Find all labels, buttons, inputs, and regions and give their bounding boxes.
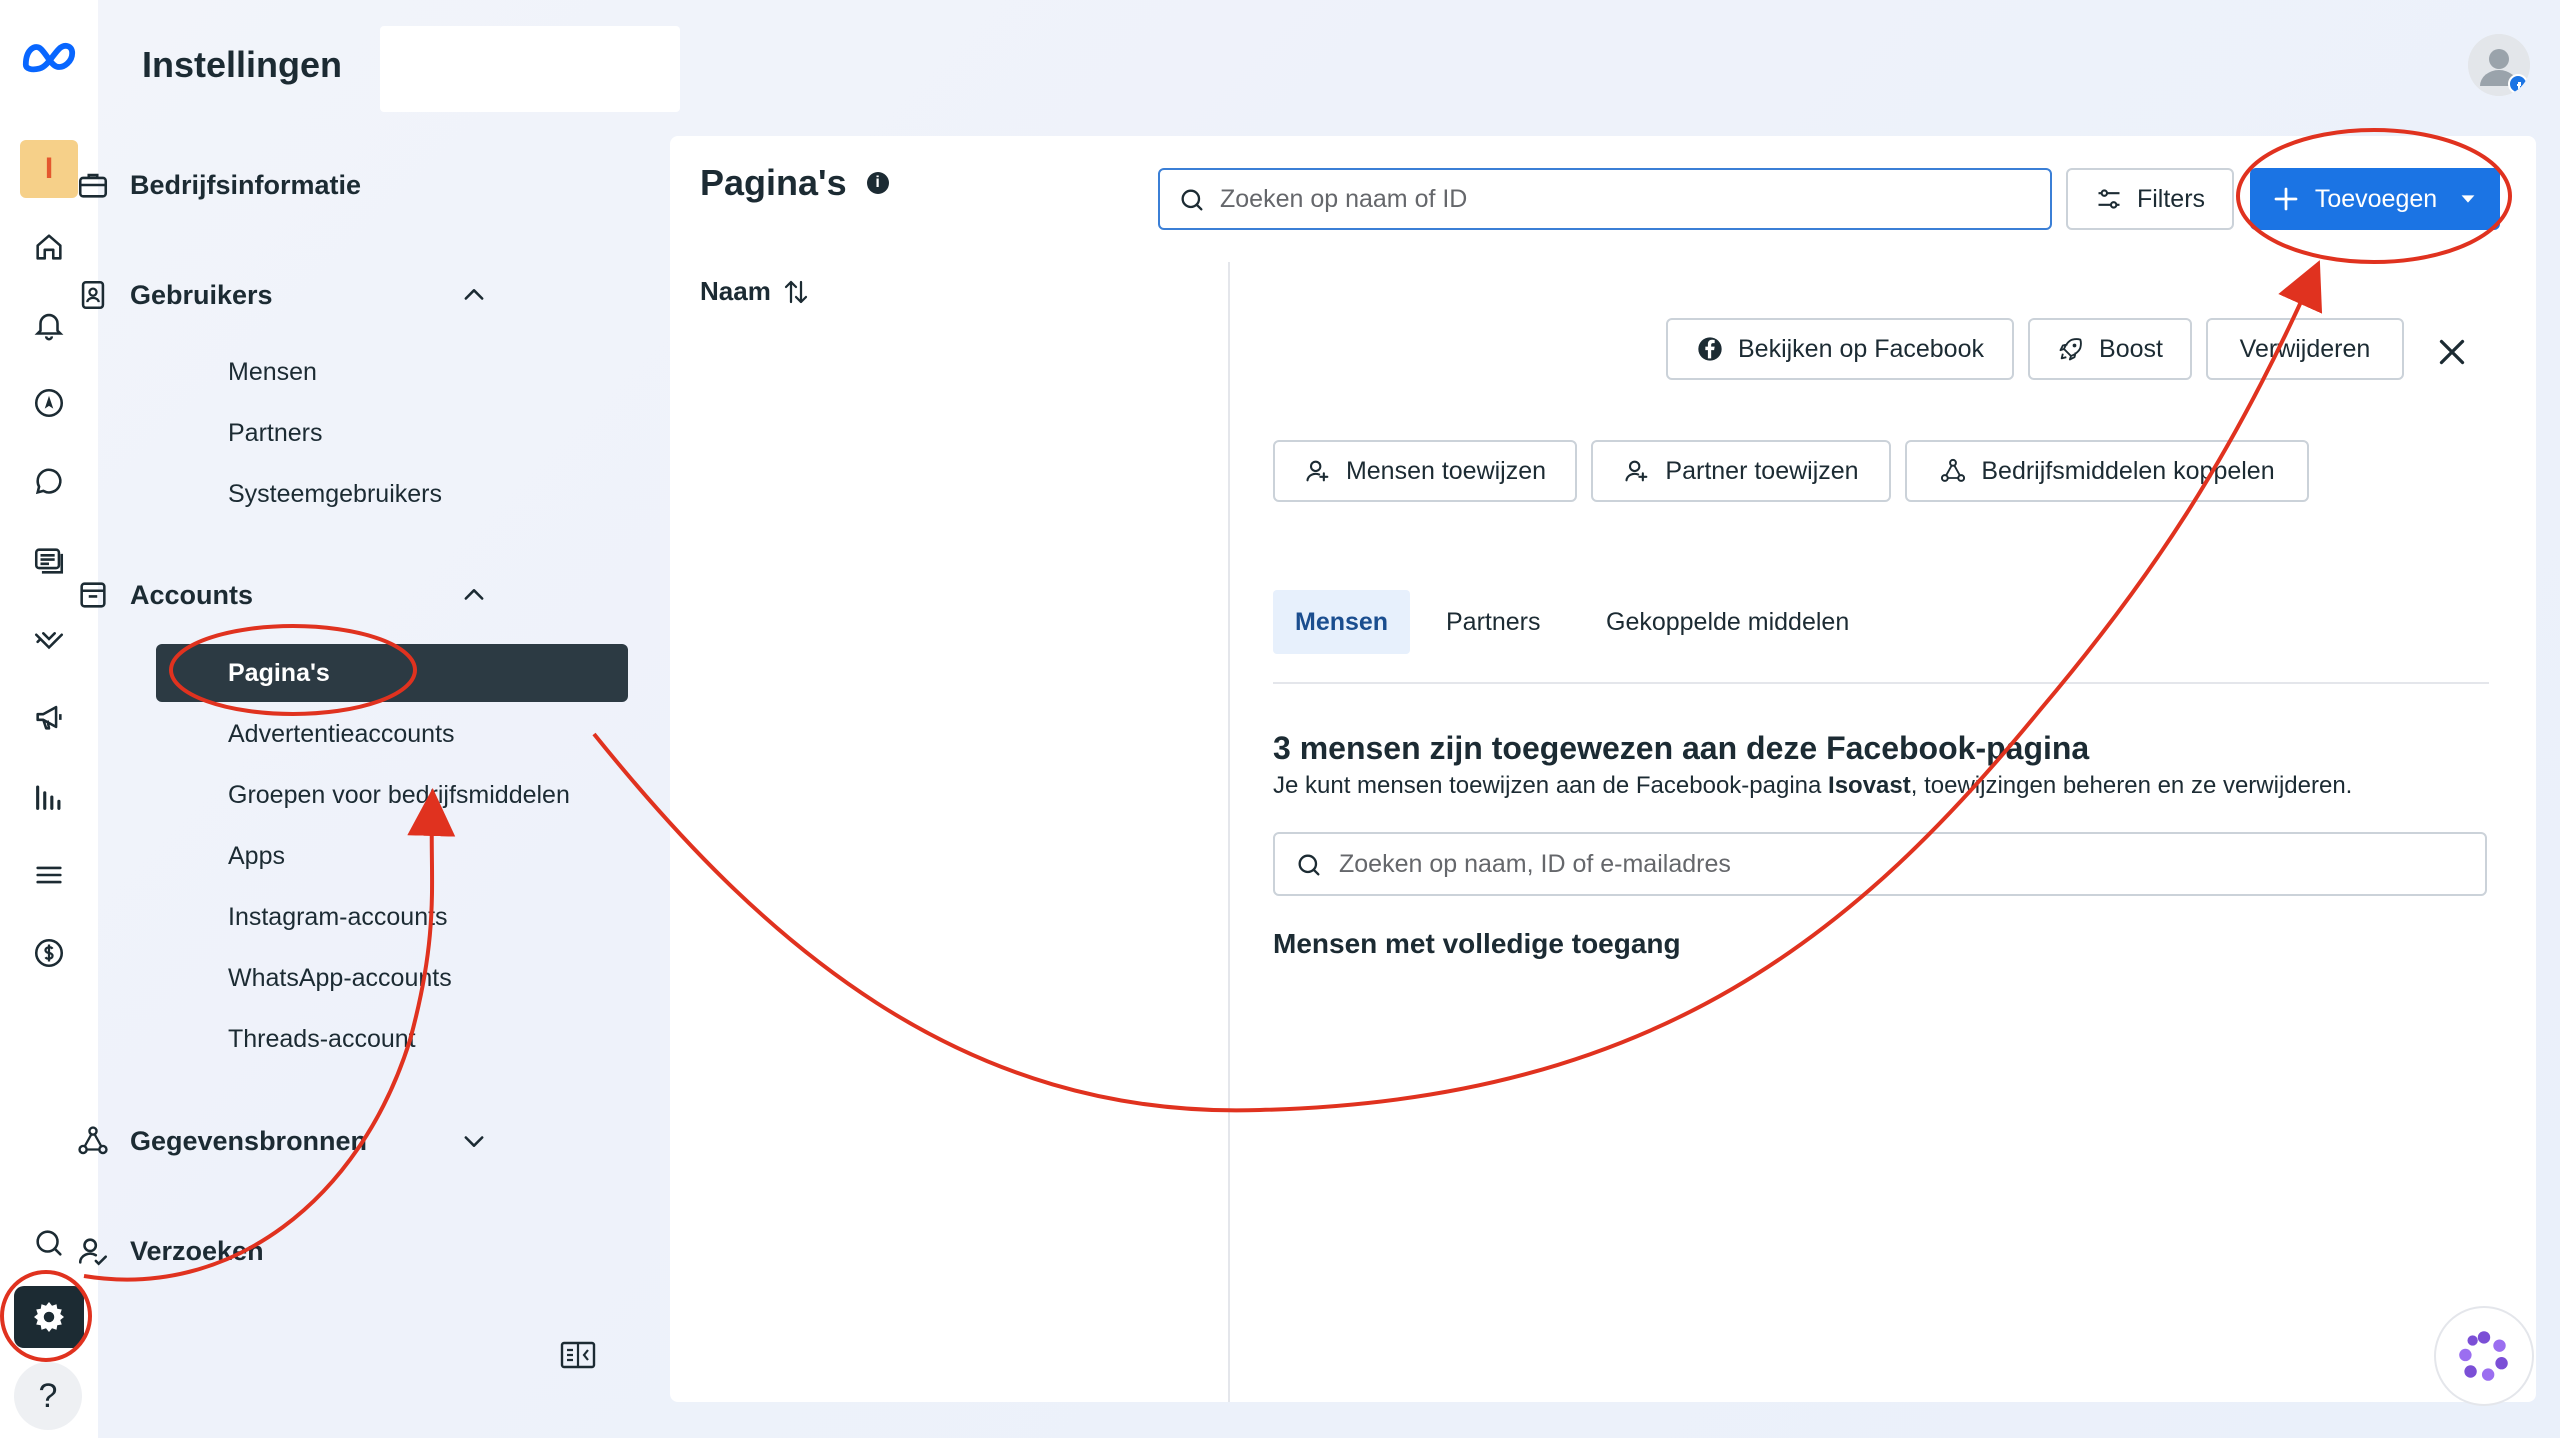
chevron-down-icon[interactable] <box>460 1127 488 1155</box>
user-check-icon <box>78 1238 108 1266</box>
caret-down-icon <box>2461 195 2475 203</box>
nav-requests[interactable]: Verzoeken <box>76 1234 596 1268</box>
help-button[interactable]: ? <box>14 1362 82 1430</box>
briefcase-icon <box>78 173 108 198</box>
plus-icon <box>2274 187 2298 211</box>
add-button[interactable]: Toevoegen <box>2250 168 2500 230</box>
assistant-button[interactable] <box>2434 1306 2534 1406</box>
archive-icon <box>80 582 106 608</box>
assets-link-icon <box>1941 458 1966 482</box>
gear-icon <box>34 1302 64 1332</box>
rocket-icon <box>2059 338 2082 361</box>
search-input[interactable]: Zoeken op naam of ID <box>1158 168 2052 230</box>
nav-item-people[interactable]: Mensen <box>228 358 317 387</box>
assistant-icon <box>2459 1331 2508 1381</box>
view-on-facebook-button[interactable]: Bekijken op Facebook <box>1666 318 2014 380</box>
add-person-icon <box>1306 460 1329 482</box>
business-avatar[interactable]: I <box>20 140 78 198</box>
menu-icon[interactable] <box>20 846 78 904</box>
assignment-description: Je kunt mensen toewijzen aan de Facebook… <box>1273 772 2353 799</box>
assign-partner-button[interactable]: Partner toewijzen <box>1591 440 1891 502</box>
nav-users[interactable]: Gebruikers <box>76 278 596 312</box>
nav-accounts[interactable]: Accounts <box>76 578 596 612</box>
nav-item-whatsapp-accounts[interactable]: WhatsApp-accounts <box>228 964 452 993</box>
nav-item-ad-accounts[interactable]: Advertentieaccounts <box>228 720 455 749</box>
full-access-heading: Mensen met volledige toegang <box>1273 928 1681 959</box>
data-sources-icon <box>78 1126 108 1155</box>
remove-button[interactable]: Verwijderen <box>2206 318 2404 380</box>
close-icon[interactable] <box>2434 334 2470 370</box>
profile-avatar[interactable] <box>2468 34 2530 96</box>
facebook-icon <box>1698 337 1722 361</box>
assign-people-button[interactable]: Mensen toewijzen <box>1273 440 1577 502</box>
business-name-field <box>380 26 680 112</box>
chart-icon[interactable] <box>20 768 78 826</box>
nav-data-sources[interactable]: Gegevensbronnen <box>76 1124 596 1158</box>
nav-item-apps[interactable]: Apps <box>228 842 285 871</box>
collapse-sidebar-icon[interactable] <box>560 1340 596 1370</box>
boost-button[interactable]: Boost <box>2028 318 2192 380</box>
link-assets-button[interactable]: Bedrijfsmiddelen koppelen <box>1905 440 2309 502</box>
meta-logo-icon[interactable] <box>20 28 78 86</box>
tabs-divider <box>1273 682 2489 684</box>
dollar-icon[interactable] <box>20 924 78 982</box>
sliders-icon <box>2098 189 2120 209</box>
content-icon[interactable] <box>20 532 78 590</box>
settings-button[interactable] <box>14 1286 84 1348</box>
tab-people[interactable]: Mensen <box>1273 590 1411 654</box>
nav-item-pages[interactable]: Pagina's <box>156 644 628 702</box>
page-title: Pagina's i <box>700 162 889 204</box>
search-icon <box>1181 189 1203 211</box>
column-divider <box>1228 262 1230 1402</box>
search-placeholder: Zoeken op naam of ID <box>1220 184 1468 213</box>
name-column-header[interactable]: Naam <box>700 276 811 307</box>
search-icon <box>1298 854 1320 876</box>
user-avatar-icon <box>2468 34 2530 96</box>
chat-icon[interactable] <box>20 452 78 510</box>
compass-icon[interactable] <box>20 374 78 432</box>
icon-rail: I ? <box>0 0 98 1438</box>
chevron-up-icon[interactable] <box>460 281 488 309</box>
id-card-icon <box>81 280 105 310</box>
tab-partners[interactable]: Partners <box>1446 590 1540 654</box>
chevron-up-icon[interactable] <box>460 581 488 609</box>
sort-icon <box>784 280 807 303</box>
help-icon: ? <box>38 1376 58 1415</box>
nav-item-asset-groups[interactable]: Groepen voor bedrijfsmiddelen <box>228 781 570 810</box>
tab-linked-assets[interactable]: Gekoppelde middelen <box>1606 590 1849 654</box>
info-icon[interactable]: i <box>866 172 889 194</box>
handshake-icon[interactable] <box>20 610 78 668</box>
people-search-input[interactable]: Zoeken op naam, ID of e-mailadres <box>1273 832 2487 896</box>
people-search-placeholder: Zoeken op naam, ID of e-mailadres <box>1339 849 1731 878</box>
home-icon[interactable] <box>20 218 78 276</box>
filters-button[interactable]: Filters <box>2066 168 2234 230</box>
megaphone-icon[interactable] <box>20 688 78 746</box>
nav-item-system-users[interactable]: Systeemgebruikers <box>228 480 442 509</box>
nav-item-threads-account[interactable]: Threads-account <box>228 1025 416 1054</box>
page-name: Isovast <box>1828 772 1911 799</box>
bell-icon[interactable] <box>20 296 78 354</box>
nav-item-instagram-accounts[interactable]: Instagram-accounts <box>228 903 448 932</box>
search-icon[interactable] <box>20 1214 78 1272</box>
add-partner-icon <box>1625 460 1648 482</box>
nav-business-info[interactable]: Bedrijfsinformatie <box>76 168 596 202</box>
nav-item-partners[interactable]: Partners <box>228 419 322 448</box>
assignment-heading: 3 mensen zijn toegewezen aan deze Facebo… <box>1273 730 2090 766</box>
page-app-title: Instellingen <box>142 44 343 85</box>
